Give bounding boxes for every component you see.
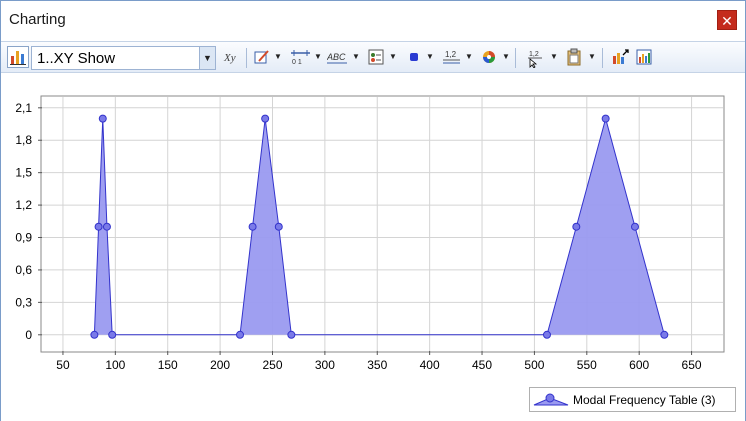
data-point — [261, 114, 270, 123]
data-point — [102, 222, 111, 231]
x-tick-label: 650 — [682, 358, 702, 372]
data-point — [572, 222, 581, 231]
edit-icon[interactable] — [253, 48, 271, 66]
x-tick-label: 50 — [56, 358, 70, 372]
data-point — [274, 222, 283, 231]
x-tick-label: 350 — [367, 358, 387, 372]
legend-series-swatch — [533, 393, 569, 406]
data-point — [90, 330, 99, 339]
x-tick-label: 200 — [210, 358, 230, 372]
marker-icon[interactable] — [405, 48, 423, 66]
chevron-down-icon[interactable]: ▼ — [426, 52, 434, 61]
toolbar-separator — [246, 48, 247, 68]
x-tick-label: 450 — [472, 358, 492, 372]
x-tick-label: 300 — [315, 358, 335, 372]
chart-legend: Modal Frequency Table (3) — [529, 387, 736, 412]
print-chart-icon[interactable] — [635, 48, 653, 66]
chevron-down-icon[interactable]: ▼ — [588, 52, 596, 61]
clipboard-icon[interactable] — [565, 48, 583, 66]
chevron-down-icon[interactable]: ▼ — [274, 52, 282, 61]
chevron-down-icon[interactable]: ▼ — [352, 52, 360, 61]
chart-icon[interactable] — [7, 46, 29, 68]
toolbar-separator — [602, 48, 603, 68]
legend-series-label: Modal Frequency Table (3) — [573, 393, 716, 407]
chart-selector[interactable]: 1..XY Show ▼ — [31, 46, 216, 70]
x-tick-label: 550 — [577, 358, 597, 372]
chevron-down-icon[interactable]: ▼ — [314, 52, 322, 61]
xy-chart: 50 100 150 200 250 300 350 400 450 500 550 600 650 0 0… — [15, 95, 725, 372]
chevron-down-icon[interactable]: ▼ — [389, 52, 397, 61]
x-tick-label: 150 — [158, 358, 178, 372]
y-tick-label: 1,2 — [15, 198, 32, 212]
chart-selector-value: 1..XY Show — [37, 50, 116, 67]
svg-text:1,2: 1,2 — [529, 51, 539, 58]
data-point — [108, 330, 117, 339]
data-point — [630, 222, 639, 231]
axis-scale-icon[interactable]: 0 1 — [290, 48, 310, 66]
close-button[interactable]: ✕ — [717, 10, 737, 30]
toolbar-separator — [515, 48, 516, 68]
chevron-down-icon[interactable]: ▼ — [199, 47, 215, 69]
y-tick-label: 2,1 — [15, 101, 32, 115]
y-tick-label: 0,6 — [15, 263, 32, 277]
y-tick-label: 1,8 — [15, 133, 32, 147]
data-point — [248, 222, 257, 231]
data-point — [98, 114, 107, 123]
chart-area: 50 100 150 200 250 300 350 400 450 500 550 600 650 0 0… — [1, 74, 745, 421]
data-point — [542, 330, 551, 339]
chart-toolbar: 1..XY Show ▼ Xy ▼ 0 1 ▼ ABC ▼ ▼ ▼ 1,2 ▼ … — [1, 41, 745, 73]
y-tick-label: 1,5 — [15, 166, 32, 180]
axis-font-icon[interactable]: Xy — [223, 48, 241, 66]
data-point — [236, 330, 245, 339]
color-palette-icon[interactable] — [480, 48, 498, 66]
export-chart-icon[interactable] — [611, 48, 629, 66]
window-title: Charting — [9, 11, 66, 28]
data-point — [660, 330, 669, 339]
svg-text:0 1: 0 1 — [292, 59, 302, 66]
number-format-icon[interactable]: 1,2 — [442, 48, 460, 66]
svg-text:Xy: Xy — [223, 52, 236, 64]
legend-icon[interactable] — [367, 48, 385, 66]
x-tick-label: 400 — [420, 358, 440, 372]
charting-window: Charting ✕ 1..XY Show ▼ Xy ▼ 0 1 ▼ ABC ▼… — [0, 0, 746, 421]
data-point — [287, 330, 296, 339]
svg-text:ABC: ABC — [327, 52, 346, 62]
y-tick-label: 0,3 — [15, 295, 32, 309]
text-labels-icon[interactable]: ABC — [326, 48, 347, 66]
x-tick-label: 100 — [105, 358, 125, 372]
chevron-down-icon[interactable]: ▼ — [550, 52, 558, 61]
x-tick-label: 600 — [629, 358, 649, 372]
pointer-value-icon[interactable]: 1,2 — [526, 48, 544, 69]
chevron-down-icon[interactable]: ▼ — [465, 52, 473, 61]
title-bar: Charting ✕ — [1, 1, 745, 37]
data-point — [601, 114, 610, 123]
data-point — [94, 222, 103, 231]
y-tick-label: 0 — [25, 328, 32, 342]
y-tick-label: 0,9 — [15, 231, 32, 245]
chevron-down-icon[interactable]: ▼ — [502, 52, 510, 61]
x-tick-label: 250 — [262, 358, 282, 372]
x-tick-label: 500 — [524, 358, 544, 372]
svg-text:1,2: 1,2 — [445, 50, 457, 59]
